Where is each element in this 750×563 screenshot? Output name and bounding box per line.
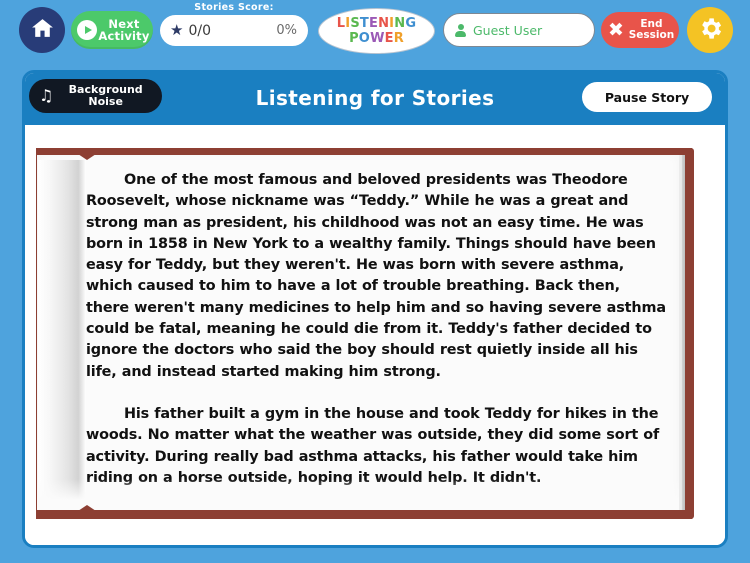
app-logo-line2: POWER <box>349 31 404 46</box>
book-notch-top <box>78 154 96 160</box>
story-paragraph-1: One of the most famous and beloved presi… <box>86 172 666 380</box>
top-toolbar: Next Activity Stories Score: ★ 0/0 0% LI… <box>0 0 750 62</box>
score-percent: 0% <box>276 23 297 38</box>
stories-score: Stories Score: ★ 0/0 0% <box>160 2 308 46</box>
book-cover-top-band <box>36 148 692 155</box>
book-area: One of the most famous and beloved presi… <box>25 125 725 545</box>
stories-score-title: Stories Score: <box>194 2 274 13</box>
score-fraction: 0/0 <box>188 22 211 39</box>
settings-button[interactable] <box>687 7 733 53</box>
user-selector[interactable]: Guest User <box>443 13 595 47</box>
story-text: One of the most famous and beloved presi… <box>86 170 666 502</box>
end-session-label: End Session <box>624 17 679 42</box>
activity-panel: ♫ Background Noise Listening for Stories… <box>22 70 728 548</box>
panel-header: ♫ Background Noise Listening for Stories… <box>25 73 725 125</box>
play-icon <box>77 20 97 40</box>
next-activity-label: Next Activity <box>97 17 153 43</box>
app-logo-line1: LISTENING <box>336 16 417 31</box>
score-pill: ★ 0/0 0% <box>160 15 308 46</box>
book-page: One of the most famous and beloved presi… <box>37 154 679 519</box>
user-icon <box>455 23 466 37</box>
story-paragraph-2: His father built a gym in the house and … <box>86 405 660 486</box>
pause-story-button[interactable]: Pause Story <box>582 82 712 112</box>
book-cover-bottom-band <box>36 510 692 519</box>
close-x-icon: ✖ <box>608 18 624 41</box>
user-name: Guest User <box>473 22 543 38</box>
next-activity-button[interactable]: Next Activity <box>71 11 153 49</box>
app-logo[interactable]: LISTENING POWER <box>318 8 435 54</box>
book-gutter-shadow <box>38 160 86 519</box>
home-button[interactable] <box>19 7 65 53</box>
star-icon: ★ <box>170 21 184 39</box>
next-activity-line2: Activity <box>98 29 150 43</box>
pause-story-label: Pause Story <box>604 89 690 105</box>
end-session-line2: Session <box>628 29 675 41</box>
end-session-button[interactable]: ✖ End Session <box>601 12 679 48</box>
story-book: One of the most famous and beloved presi… <box>36 148 694 519</box>
end-session-line1: End <box>640 17 663 30</box>
home-icon <box>30 16 55 45</box>
gear-icon <box>697 15 724 46</box>
book-notch-bottom <box>78 505 96 511</box>
